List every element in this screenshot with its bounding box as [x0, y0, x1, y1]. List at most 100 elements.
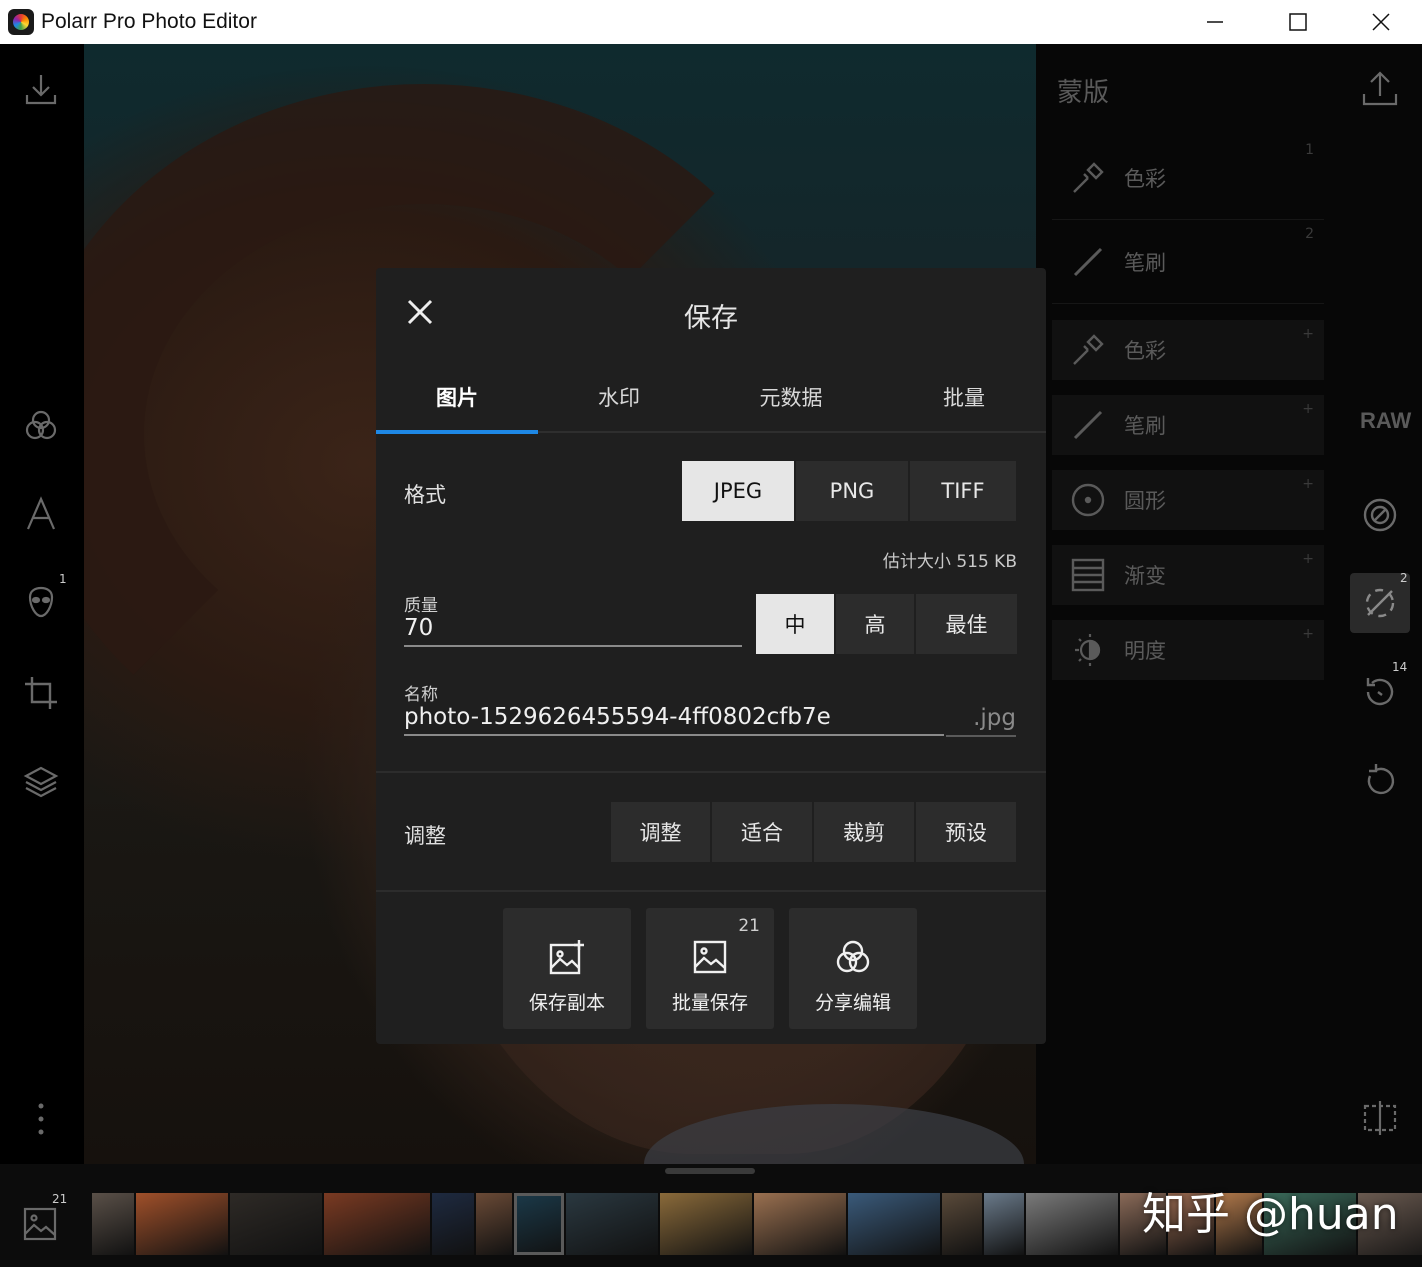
quality-best-button[interactable]: 最佳 [916, 594, 1017, 654]
add-mask-brightness[interactable]: 明度 + [1052, 620, 1324, 680]
reset-button[interactable] [1350, 752, 1410, 812]
mask-item-label: 圆形 [1124, 489, 1166, 513]
mask-item-label: 明度 [1124, 639, 1166, 663]
add-icon: + [1302, 626, 1314, 642]
add-mask-circle[interactable]: 圆形 + [1052, 470, 1324, 530]
quality-input[interactable]: 70 [404, 615, 742, 647]
gallery-button[interactable] [22, 1204, 60, 1242]
export-button[interactable] [1350, 58, 1410, 118]
brightness-icon [1075, 634, 1101, 666]
filmstrip-thumb[interactable] [848, 1193, 940, 1255]
layers-icon [23, 766, 59, 798]
tab-watermark[interactable]: 水印 [538, 360, 700, 433]
mask-item-number: 2 [1305, 226, 1314, 242]
mask-item-color-1[interactable]: 色彩 1 [1052, 136, 1324, 220]
layers-button[interactable] [22, 763, 60, 801]
download-button[interactable] [22, 70, 60, 108]
filmstrip-thumb[interactable] [230, 1193, 322, 1255]
add-mask-color[interactable]: 色彩 + [1052, 320, 1324, 380]
left-toolbar: 1 [0, 44, 84, 1164]
text-button[interactable] [22, 495, 60, 533]
format-png-button[interactable]: PNG [796, 461, 910, 521]
filmstrip-thumb[interactable] [660, 1193, 752, 1255]
minimize-button[interactable] [1173, 0, 1256, 44]
close-button[interactable] [1339, 0, 1422, 44]
divider [376, 890, 1046, 892]
add-mask-gradient[interactable]: 渐变 + [1052, 545, 1324, 605]
format-selector: JPEG PNG TIFF [682, 461, 1016, 521]
filmstrip-thumb[interactable] [566, 1193, 658, 1255]
save-copy-button[interactable]: 保存副本 [503, 908, 631, 1029]
filmstrip-thumb[interactable] [984, 1193, 1024, 1255]
tab-batch[interactable]: 批量 [882, 360, 1046, 433]
face-button[interactable] [22, 584, 60, 622]
resize-preset-button[interactable]: 预设 [916, 802, 1016, 862]
brush-icon [1073, 247, 1103, 276]
batch-save-button[interactable]: 21 批量保存 [646, 908, 774, 1029]
format-tiff-button[interactable]: TIFF [910, 461, 1016, 521]
maximize-icon [1288, 13, 1307, 31]
text-icon [26, 496, 56, 530]
history-icon [1366, 678, 1394, 706]
resize-options: 调整 适合 裁剪 预设 [611, 802, 1016, 862]
maximize-button[interactable] [1256, 0, 1339, 44]
filmstrip-drag-handle[interactable] [665, 1168, 755, 1174]
upload-icon [1362, 71, 1398, 106]
file-extension: .jpg [946, 705, 1016, 737]
crop-button[interactable] [22, 674, 60, 712]
format-jpeg-button[interactable]: JPEG [682, 461, 796, 521]
raw-label[interactable]: RAW [1360, 408, 1411, 434]
gallery-icon [23, 1207, 57, 1241]
gallery-count-badge: 21 [52, 1192, 68, 1206]
add-mask-brush[interactable]: 笔刷 + [1052, 395, 1324, 455]
filmstrip-thumb-selected[interactable] [514, 1193, 564, 1255]
lens-icon [1363, 498, 1397, 532]
brush-icon [1073, 410, 1103, 440]
dialog-title: 保存 [684, 303, 738, 334]
resize-fit-button[interactable]: 适合 [712, 802, 814, 862]
mask-item-label: 色彩 [1124, 339, 1166, 363]
quality-presets: 中 高 最佳 [756, 594, 1017, 654]
lens-button[interactable] [1350, 485, 1410, 545]
mask-item-brush-2[interactable]: 笔刷 2 [1052, 220, 1324, 304]
window-title: Polarr Pro Photo Editor [41, 10, 257, 33]
quality-label: 质量 [404, 596, 438, 616]
compare-button[interactable] [1350, 1088, 1410, 1148]
tab-metadata[interactable]: 元数据 [700, 360, 882, 433]
mask-item-label: 笔刷 [1124, 250, 1166, 275]
download-icon [25, 75, 57, 105]
mask-icon [1365, 588, 1395, 618]
filmstrip-thumb[interactable] [476, 1193, 512, 1255]
filters-button[interactable] [22, 406, 60, 444]
quality-medium-button[interactable]: 中 [756, 594, 836, 654]
resize-crop-button[interactable]: 裁剪 [814, 802, 916, 862]
divider [376, 771, 1046, 773]
add-icon: + [1302, 476, 1314, 492]
filmstrip-thumb[interactable] [942, 1193, 982, 1255]
mask-item-number: 1 [1305, 142, 1314, 158]
format-label: 格式 [404, 483, 446, 507]
filmstrip-thumb[interactable] [136, 1193, 228, 1255]
mask-item-label: 色彩 [1124, 166, 1166, 191]
tab-image[interactable]: 图片 [376, 360, 538, 433]
close-icon [1371, 13, 1390, 31]
resize-label: 调整 [404, 824, 446, 848]
add-icon: + [1302, 326, 1314, 342]
filmstrip-thumb[interactable] [92, 1193, 134, 1255]
filmstrip-thumb[interactable] [432, 1193, 474, 1255]
quality-high-button[interactable]: 高 [836, 594, 916, 654]
filename-input[interactable]: photo-1529626455594-4ff0802cfb7e [404, 704, 944, 736]
mask-item-label: 笔刷 [1124, 414, 1166, 438]
resize-adjust-button[interactable]: 调整 [611, 802, 712, 862]
more-button[interactable] [22, 1100, 60, 1138]
site-watermark: 知乎 @huan [1142, 1189, 1399, 1240]
add-icon: + [1302, 551, 1314, 567]
add-icon: + [1302, 401, 1314, 417]
save-dialog: 保存 图片 水印 元数据 批量 格式 JPEG PNG TIFF 估计大小 51… [376, 268, 1046, 1044]
share-edit-button[interactable]: 分享编辑 [789, 908, 917, 1029]
share-edit-icon [836, 940, 870, 973]
window-controls [1173, 0, 1422, 44]
filmstrip-thumb[interactable] [754, 1193, 846, 1255]
filmstrip-thumb[interactable] [1026, 1193, 1118, 1255]
filmstrip-thumb[interactable] [324, 1193, 430, 1255]
